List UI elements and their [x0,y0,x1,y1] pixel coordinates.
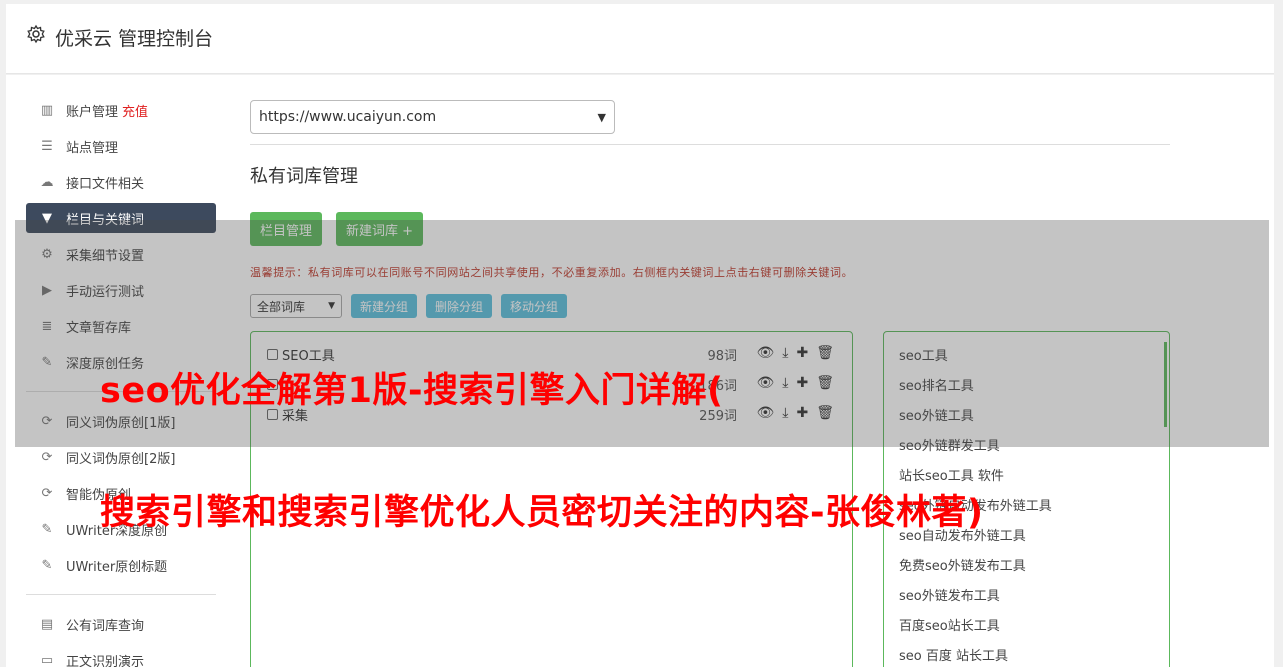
edit-icon: ✎ [41,521,53,537]
sidebar-item-label: UWriter原创标题 [66,559,168,575]
cloud-upload-icon: ☁ [40,174,54,190]
sidebar-item-label: 正文识别演示 [66,654,145,667]
server-icon: ☰ [41,138,53,154]
keyword-item[interactable]: 免费seo外链发布工具 [884,552,1169,582]
sidebar-item-interface-files[interactable]: ☁ 接口文件相关 [26,167,216,197]
sidebar-item-label: 公有词库查询 [66,618,145,634]
sidebar-item-uwriter-title[interactable]: ✎ UWriter原创标题 [26,550,216,580]
sidebar-item-account[interactable]: ▥ 账户管理 充值 [26,95,216,125]
keyword-item[interactable]: 百度seo站长工具 [884,612,1169,642]
monitor-icon: ▭ [40,652,54,667]
book-icon: ▤ [40,616,54,632]
site-select[interactable]: https://www.ucaiyun.com ▼ [250,100,615,134]
refresh-icon: ⟳ [41,449,53,465]
gear-icon [27,24,45,44]
divider [250,144,1170,145]
keyword-item[interactable]: seo外链发布工具 [884,582,1169,612]
sidebar-item-label: 同义词伪原创[2版] [66,451,176,467]
site-select-value: https://www.ucaiyun.com [259,109,437,125]
top-bar: 优采云 管理控制台 [6,4,1274,74]
keyword-item[interactable]: seo 百度 站长工具 [884,642,1169,667]
sidebar-item-public-lexicon[interactable]: ▤ 公有词库查询 [26,609,216,639]
overlay-headline-line2: 搜索引擎和搜索引擎优化人员密切关注的内容-张俊林著) [100,493,984,533]
chevron-down-icon: ▼ [597,110,606,124]
sidebar-item-label: 账户管理 [66,104,119,120]
bar-chart-icon: ▥ [40,102,54,118]
recharge-link[interactable]: 充值 [122,101,148,120]
app-title: 优采云 管理控制台 [55,28,214,50]
sidebar-item-text-recognition[interactable]: ▭ 正文识别演示 [26,645,216,667]
sidebar-item-sites[interactable]: ☰ 站点管理 [26,131,216,161]
refresh-icon: ⟳ [41,485,53,501]
sidebar-divider [26,594,216,595]
overlay-headline-line1: seo优化全解第1版-搜索引擎入门详解( [100,371,724,411]
sidebar-item-label: 接口文件相关 [66,176,145,192]
sidebar-item-label: 站点管理 [66,140,119,156]
section-title: 私有词库管理 [250,166,358,187]
edit-icon: ✎ [41,557,53,573]
